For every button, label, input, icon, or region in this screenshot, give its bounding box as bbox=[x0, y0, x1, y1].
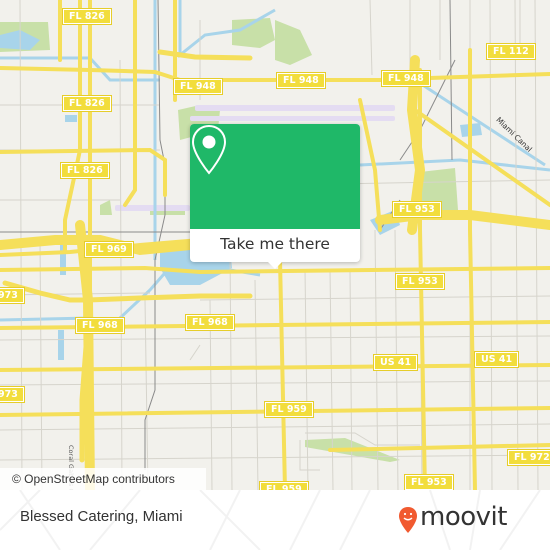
moovit-logo[interactable]: moovit bbox=[398, 500, 538, 540]
road-shield-us41: US 41 bbox=[372, 354, 419, 371]
road-shield-fl968: FL 968 bbox=[75, 317, 125, 334]
map-attribution[interactable]: © OpenStreetMap contributors bbox=[0, 468, 206, 490]
road-shield-fl953: FL 953 bbox=[395, 273, 445, 290]
road-shield-fl826: FL 826 bbox=[62, 8, 112, 25]
footer-bar: Blessed Catering, Miami moovit bbox=[0, 490, 550, 550]
place-name: Blessed Catering, Miami bbox=[20, 508, 183, 525]
road-shield-fl826: FL 826 bbox=[60, 162, 110, 179]
map-pin-icon bbox=[191, 124, 227, 175]
road-shield-fl969: FL 969 bbox=[84, 241, 134, 258]
road-shield-fl973: 973 bbox=[0, 386, 25, 403]
road-shield-fl826: FL 826 bbox=[62, 95, 112, 112]
moovit-pin-icon bbox=[399, 507, 417, 533]
moovit-wordmark: moovit bbox=[420, 502, 507, 532]
road-shield-fl959: FL 959 bbox=[264, 401, 314, 418]
road-shield-fl953: FL 953 bbox=[404, 474, 454, 490]
road-shield-fl948: FL 948 bbox=[276, 72, 326, 89]
road-shield-fl953: FL 953 bbox=[392, 201, 442, 218]
road-shield-fl948: FL 948 bbox=[381, 70, 431, 87]
road-shield-fl973: 973 bbox=[0, 287, 25, 304]
road-shield-fl968: FL 968 bbox=[185, 314, 235, 331]
popup-pointer bbox=[267, 261, 283, 269]
road-shield-fl972: FL 972 bbox=[507, 449, 550, 466]
road-shield-fl948: FL 948 bbox=[173, 78, 223, 95]
road-shield-fl112: FL 112 bbox=[486, 43, 536, 60]
location-popup: Take me there bbox=[190, 124, 360, 269]
road-shield-fl959: FL 959 bbox=[259, 481, 309, 490]
take-me-there-button[interactable]: Take me there bbox=[190, 229, 360, 262]
popup-header bbox=[190, 124, 360, 229]
map[interactable]: FL 826 FL 826 FL 826 FL 948 FL 948 FL 94… bbox=[0, 0, 550, 490]
road-shield-us41: US 41 bbox=[473, 351, 520, 368]
